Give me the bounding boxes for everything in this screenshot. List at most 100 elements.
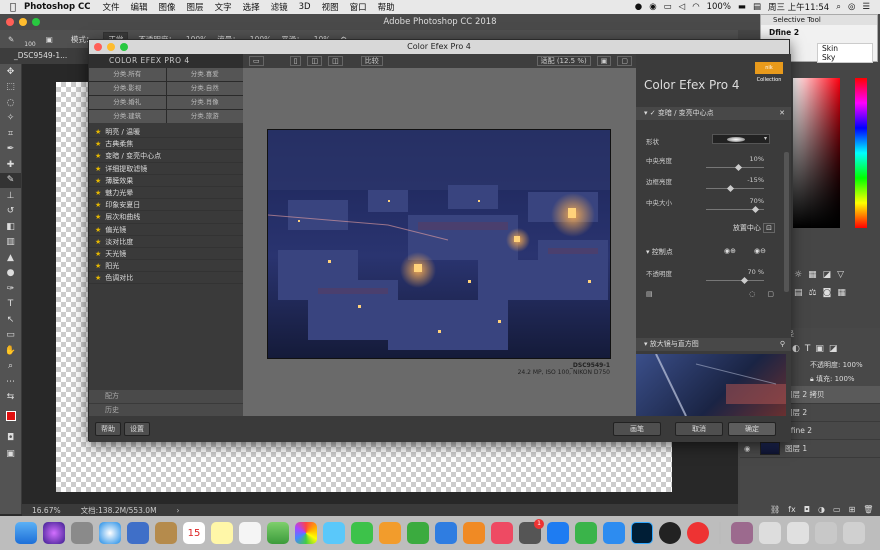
category-travel[interactable]: 分类.旅游 [166, 110, 243, 123]
filter-header[interactable]: ▾ ✓ 变暗 / 变亮中心点 ✕ [636, 107, 791, 120]
filter-item[interactable]: ★ 阳光 [89, 260, 243, 273]
filter-item[interactable]: ★ 详细提取滤镜 [89, 163, 243, 175]
selective-item-skin[interactable]: Skin [818, 44, 872, 53]
filter-item[interactable]: ★ 印象安夏日 [89, 199, 243, 212]
battery-icon[interactable]: ▬ [738, 2, 746, 12]
preview-photo[interactable] [267, 129, 611, 359]
star-icon[interactable]: ★ [95, 238, 101, 246]
brush-size[interactable]: 100 [24, 41, 35, 48]
star-icon[interactable]: ★ [95, 189, 101, 197]
history-brush-tool-icon[interactable]: ↺ [0, 204, 21, 220]
menu-layer[interactable]: 图层 [187, 1, 204, 13]
fx-icon[interactable]: fx [788, 505, 796, 514]
star-icon[interactable]: ★ [95, 226, 101, 234]
balance-icon[interactable]: ⚖ [809, 288, 817, 298]
expand-icon[interactable]: › [177, 506, 180, 515]
menu-help[interactable]: 帮助 [378, 1, 395, 13]
filter-item[interactable]: ★ 天光镜 [89, 248, 243, 261]
clock[interactable]: 周三 上午11:54 [768, 1, 829, 13]
category-favorite[interactable]: 分类.喜爱 [166, 68, 243, 81]
star-icon[interactable]: ★ [95, 177, 101, 185]
star-icon[interactable]: ★ [95, 165, 101, 173]
curves-icon[interactable]: ◪ [823, 270, 832, 280]
volume-icon[interactable]: ◁ [679, 2, 686, 12]
brush-button[interactable]: 画笔 [613, 422, 661, 436]
pages-icon[interactable] [379, 522, 401, 544]
shape-select[interactable]: ▾ [712, 134, 770, 144]
wechat-icon[interactable]: ◉ [649, 2, 656, 12]
lock-icon[interactable]: 🔒︎ [810, 375, 814, 383]
magnifier-header[interactable]: ▾ 放大镜与直方图 ⚲ [636, 338, 791, 351]
layer-opacity-value[interactable]: 100% [843, 361, 863, 369]
finder-icon[interactable] [15, 522, 37, 544]
mask-icon[interactable]: ◐ [792, 344, 800, 354]
reminders-icon[interactable] [239, 522, 261, 544]
adjust-add-icon[interactable]: ◑ [818, 505, 825, 514]
add-negative-point-icon[interactable]: ◉⊖ [754, 247, 766, 255]
levels-icon[interactable]: ▦ [808, 270, 817, 280]
category-all[interactable]: 分类.所有 [89, 68, 166, 81]
new-layer-icon[interactable]: ⊞ [849, 505, 856, 514]
background-icon[interactable]: ▣ [596, 56, 612, 66]
eyedropper-tool-icon[interactable]: ✒ [0, 142, 21, 158]
slider-knob[interactable] [740, 276, 749, 285]
visibility-eye-icon[interactable]: ◉ [744, 444, 751, 453]
brightness-icon[interactable]: ☼ [794, 270, 802, 280]
photoshop-dock-icon[interactable] [631, 522, 653, 544]
keynote-icon[interactable] [435, 522, 457, 544]
notes-icon[interactable] [211, 522, 233, 544]
split-view-icon[interactable]: ▯ [289, 56, 302, 66]
brush-icon[interactable]: ✎ [8, 35, 14, 44]
siri-icon[interactable]: ◎ [848, 2, 855, 12]
display-icon[interactable]: ▭ [664, 2, 672, 12]
system-preferences-icon[interactable]: 1 [519, 519, 544, 544]
search-icon[interactable]: ⌕ [836, 2, 841, 12]
minimize-window-icon[interactable] [19, 18, 27, 26]
slider-value[interactable]: 10% [750, 155, 764, 163]
downloads-icon[interactable] [815, 522, 837, 544]
panel-scrollbar[interactable] [784, 152, 789, 292]
category-architecture[interactable]: 分类.建筑 [89, 110, 166, 123]
selective-item-sky[interactable]: Sky [818, 53, 872, 62]
books-icon[interactable] [463, 522, 485, 544]
star-icon[interactable]: ★ [95, 152, 101, 160]
filter-item[interactable]: ★ 偏光镜 [89, 224, 243, 236]
settings-button[interactable]: 设置 [124, 422, 150, 436]
document-info[interactable]: 文档:138.2M/553.0M [81, 505, 157, 516]
marquee-tool-icon[interactable]: ⬚ [0, 80, 21, 96]
menu-window[interactable]: 窗口 [350, 1, 367, 13]
star-icon[interactable]: ★ [95, 128, 101, 136]
menu-edit[interactable]: 编辑 [131, 1, 148, 13]
star-icon[interactable]: ★ [95, 140, 101, 148]
menu-3d[interactable]: 3D [299, 2, 311, 12]
menu-select[interactable]: 选择 [243, 1, 260, 13]
slider-knob[interactable] [727, 184, 735, 193]
slider-value[interactable]: 70 % [747, 268, 764, 276]
dashed-circle-icon[interactable]: ◌ [749, 290, 755, 298]
wechat-dock-icon[interactable] [575, 522, 597, 544]
flag-icon[interactable]: ▤ [753, 2, 761, 12]
menu-view[interactable]: 视图 [322, 1, 339, 13]
dialog-zoom-icon[interactable] [120, 43, 128, 51]
lasso-tool-icon[interactable]: ◌ [0, 95, 21, 111]
slider-knob[interactable] [752, 205, 760, 214]
contacts-icon[interactable] [155, 522, 177, 544]
add-positive-point-icon[interactable]: ◉⊕ [724, 247, 736, 255]
launchpad-icon[interactable] [71, 522, 93, 544]
menu-image[interactable]: 图像 [159, 1, 176, 13]
filter-item[interactable]: ★ 古典柔焦 [89, 138, 243, 151]
document-tab[interactable]: _DSC9549-1... [0, 48, 90, 64]
maps-icon[interactable] [267, 522, 289, 544]
shape-icon[interactable]: ▣ [815, 344, 824, 354]
photos-icon[interactable] [295, 522, 317, 544]
more-tools-icon[interactable]: ⋯ [0, 374, 21, 390]
slider-knob[interactable] [734, 163, 742, 172]
layer-row[interactable]: ◉ 图层 1 [740, 440, 880, 458]
document-stack-icon-2[interactable] [787, 522, 809, 544]
apple-icon[interactable]:  [10, 2, 24, 13]
selective-tool-selected[interactable]: Dfine 2 [761, 25, 877, 40]
path-select-tool-icon[interactable]: ↖ [0, 312, 21, 328]
list-icon[interactable]: ▤ [646, 290, 653, 298]
slider-value[interactable]: -15% [747, 176, 764, 184]
slider-track[interactable] [706, 280, 764, 281]
